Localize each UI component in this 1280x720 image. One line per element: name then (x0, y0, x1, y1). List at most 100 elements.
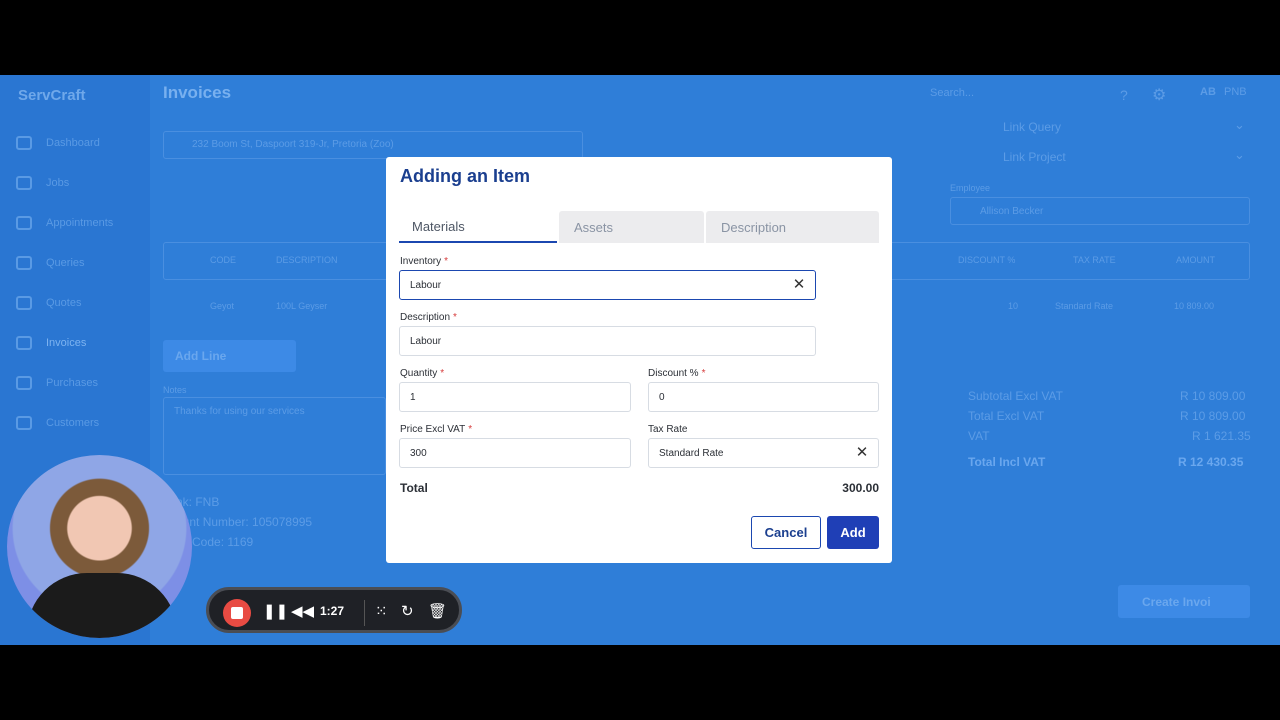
search-input[interactable]: Search... (930, 87, 974, 99)
col-code: CODE (210, 255, 237, 265)
vat-label: VAT (968, 429, 990, 443)
tax-rate-label: Tax Rate (648, 424, 688, 435)
tax-rate-select[interactable]: Standard Rate ✕ (648, 438, 879, 468)
quantity-field[interactable]: 1 (399, 382, 631, 412)
description-label: Description * (400, 312, 457, 323)
price-label-text: Price Excl VAT (400, 424, 466, 435)
col-amount: AMOUNT (1176, 255, 1215, 265)
price-field[interactable]: 300 (399, 438, 631, 468)
sidebar-item-label: Jobs (46, 177, 70, 189)
description-label-text: Description (400, 312, 451, 323)
col-discount: DISCOUNT % (958, 255, 1016, 265)
required-mark: * (444, 256, 449, 267)
grid-icon[interactable]: ⁙ (375, 602, 388, 622)
employee-label: Employee (950, 183, 991, 193)
settings-icon[interactable]: ⚙ (1152, 85, 1166, 105)
create-invoice-button[interactable]: Create Invoi (1118, 585, 1250, 618)
sidebar-item-label: Dashboard (46, 137, 100, 149)
subtotal-label: Subtotal Excl VAT (968, 389, 1063, 403)
pause-icon[interactable]: ❚❚ (263, 602, 288, 622)
restart-icon[interactable]: ↻ (401, 602, 414, 622)
invoice-icon (16, 336, 32, 350)
required-mark: * (468, 424, 473, 435)
total-excl-label: Total Excl VAT (968, 409, 1045, 423)
avatar[interactable]: AB (1200, 86, 1216, 98)
page-title: Invoices (163, 83, 232, 102)
customers-icon (16, 416, 32, 430)
price-label: Price Excl VAT * (400, 424, 472, 435)
sidebar-item-label: Quotes (46, 297, 82, 309)
row-code: Geyot (210, 301, 235, 311)
tab-assets[interactable]: Assets (559, 211, 704, 243)
chevron-down-icon[interactable]: ⌄ (1234, 117, 1245, 133)
required-mark: * (701, 368, 706, 379)
address-value: 232 Boom St, Daspoort 319-Jr, Pretoria (… (192, 139, 394, 150)
price-value: 300 (410, 447, 427, 459)
notes-label: Notes (163, 385, 187, 395)
tab-description[interactable]: Description (706, 211, 879, 243)
sidebar-item-queries[interactable]: Queries (16, 253, 85, 273)
quotes-icon (16, 296, 32, 310)
col-tax-rate: TAX RATE (1073, 255, 1116, 265)
chevron-down-icon[interactable]: ⌄ (1234, 147, 1245, 163)
webcam-bubble (7, 455, 192, 638)
sidebar-item-purchases[interactable]: Purchases (16, 373, 98, 393)
tax-rate-value: Standard Rate (659, 447, 724, 459)
sidebar-item-invoices[interactable]: Invoices (16, 333, 86, 353)
trash-icon[interactable]: 🗑 (428, 602, 447, 622)
toolbar-divider (364, 600, 365, 626)
rewind-icon[interactable]: ◀◀ (291, 602, 314, 622)
recording-time: 1:27 (320, 604, 345, 618)
link-project[interactable]: Link Project (1003, 150, 1066, 164)
close-icon[interactable]: ✕ (854, 445, 870, 461)
required-mark: * (440, 368, 445, 379)
quantity-label-text: Quantity (400, 368, 438, 379)
row-discount: 10 (1008, 301, 1019, 311)
employee-name: Allison Becker (980, 206, 1044, 217)
discount-value: 0 (659, 391, 665, 403)
home-icon (16, 136, 32, 150)
inventory-label: Inventory * (400, 256, 448, 267)
queries-icon (16, 256, 32, 270)
row-tax: Standard Rate (1055, 301, 1114, 311)
col-description: DESCRIPTION (276, 255, 338, 265)
row-amount: 10 809.00 (1174, 301, 1215, 311)
add-line-button[interactable]: Add Line (163, 340, 296, 372)
discount-label: Discount % * (648, 368, 705, 379)
link-query[interactable]: Link Query (1003, 120, 1061, 134)
total-label: Total (400, 481, 428, 495)
webcam-person (27, 573, 177, 638)
sidebar-item-appointments[interactable]: Appointments (16, 213, 113, 233)
sidebar-item-customers[interactable]: Customers (16, 413, 99, 433)
discount-label-text: Discount % (648, 368, 699, 379)
inventory-value: Labour (410, 279, 442, 291)
brand-logo: ServCraft (18, 87, 86, 104)
account-number: ount Number: 105078995 (176, 515, 313, 529)
company-switcher[interactable]: PNB (1224, 86, 1247, 98)
required-mark: * (453, 312, 457, 323)
notes-value: Thanks for using our services (174, 406, 305, 417)
description-value: Labour (410, 335, 442, 347)
stop-icon[interactable] (223, 599, 251, 627)
sidebar-item-label: Appointments (46, 217, 114, 229)
sidebar-item-jobs[interactable]: Jobs (16, 173, 69, 193)
quantity-value: 1 (410, 391, 416, 403)
tab-materials[interactable]: Materials (399, 211, 557, 243)
description-field[interactable]: Labour (399, 326, 816, 356)
help-icon[interactable]: ? (1120, 87, 1128, 103)
inventory-select[interactable]: Labour ✕ (399, 270, 816, 300)
inventory-label-text: Inventory (400, 256, 442, 267)
quantity-label: Quantity * (400, 368, 444, 379)
add-button[interactable]: Add (827, 516, 879, 549)
sidebar-item-dashboard[interactable]: Dashboard (16, 133, 100, 153)
calendar-icon (16, 216, 32, 230)
recorder-toolbar: ❚❚ ◀◀ 1:27 ⁙ ↻ 🗑 (206, 587, 462, 633)
sidebar-item-label: Customers (46, 417, 100, 429)
close-icon[interactable]: ✕ (791, 277, 807, 293)
sidebar-item-label: Invoices (46, 337, 87, 349)
sidebar-item-quotes[interactable]: Quotes (16, 293, 81, 313)
purchases-icon (16, 376, 32, 390)
discount-field[interactable]: 0 (648, 382, 879, 412)
cancel-button[interactable]: Cancel (751, 516, 821, 549)
app-viewport: ServCraft Dashboard Jobs Appointments Qu… (0, 75, 1280, 645)
